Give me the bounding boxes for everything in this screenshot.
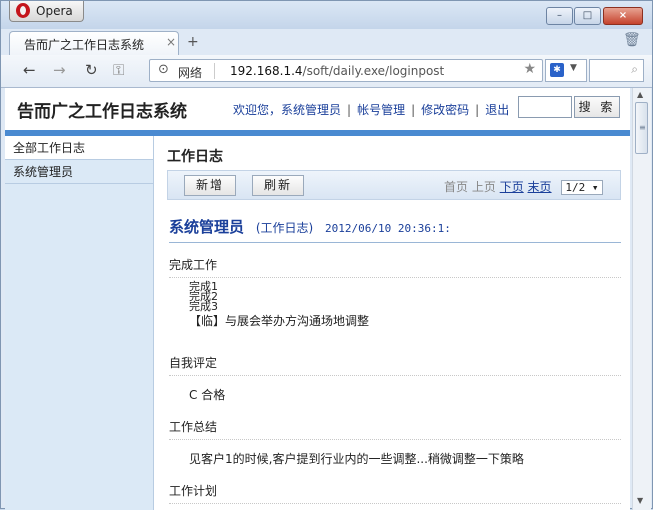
logout-link[interactable]: 退出 xyxy=(485,103,509,117)
opera-menu-button[interactable]: Opera xyxy=(9,1,84,22)
site-search-input[interactable] xyxy=(518,96,572,118)
account-link[interactable]: 帐号管理 xyxy=(357,103,405,117)
grip-icon: ≡ xyxy=(639,123,646,132)
sidebar-item-all-logs[interactable]: 全部工作日志 xyxy=(5,136,153,160)
search-icon: ⌕ xyxy=(631,62,638,76)
minimize-button[interactable]: – xyxy=(546,7,573,25)
top-navigation: 欢迎您，系统管理员 | 帐号管理 | 修改密码 | 退出 xyxy=(233,101,509,118)
sidebar-item-admin[interactable]: 系统管理员 xyxy=(5,160,153,184)
nav-separator: | xyxy=(347,103,352,117)
pager-first: 首页 xyxy=(444,180,469,194)
browser-search-input[interactable]: ⌕ xyxy=(589,59,644,82)
section-label-summary: 工作总结 xyxy=(169,418,621,440)
page-scrollbar[interactable]: ▲ ≡ ▼ xyxy=(632,88,651,510)
close-window-button[interactable]: × xyxy=(603,7,643,25)
tab-current[interactable]: 告而广之工作日志系统 × xyxy=(9,31,179,55)
add-button[interactable]: 新增 xyxy=(184,175,236,196)
entry-author-link[interactable]: 系统管理员 xyxy=(169,218,244,236)
opera-logo-icon xyxy=(16,3,30,18)
section-label-completed: 完成工作 xyxy=(169,256,621,278)
section-body-self-rating: C 合格 xyxy=(189,388,226,402)
tab-close-icon[interactable]: × xyxy=(166,35,176,49)
entry-timestamp: 2012/06/10 20:36:1: xyxy=(325,222,451,235)
entry-type: (工作日志) xyxy=(255,221,314,235)
search-engine-selector[interactable]: ✱ ▼ xyxy=(545,59,587,82)
page-select[interactable]: 1/2 ▾ xyxy=(561,180,603,195)
bookmark-star-icon[interactable]: ★ xyxy=(523,61,536,77)
section-label-plan: 工作计划 xyxy=(169,482,621,504)
navigation-bar: ← → ↻ ⚿ ⊙ 网络 192.168.1.4/soft/daily.exe/… xyxy=(1,55,652,88)
main-panel: 工作日志 新增 刷新 首页 上页 下页 末页 1/2 ▾ 系统管理员 (工作日志… xyxy=(157,136,629,510)
pager-last-link[interactable]: 末页 xyxy=(528,180,552,194)
network-label: 网络 xyxy=(178,66,203,80)
section-body-summary: 见客户1的时候,客户提到行业内的一些调整...稍微调整一下策略 xyxy=(189,452,524,466)
nav-separator: | xyxy=(475,103,480,117)
search-engine-icon: ✱ xyxy=(550,63,564,77)
nav-separator: | xyxy=(411,103,416,117)
entry-header: 系统管理员 (工作日志) 2012/06/10 20:36:1: xyxy=(169,216,621,243)
key-icon[interactable]: ⚿ xyxy=(113,61,124,79)
welcome-link[interactable]: 欢迎您，系统管理员 xyxy=(233,103,341,117)
site-title: 告而广之工作日志系统 xyxy=(17,102,187,122)
pager: 首页 上页 下页 末页 1/2 ▾ xyxy=(444,178,603,195)
change-password-link[interactable]: 修改密码 xyxy=(421,103,469,117)
toolbar: 新增 刷新 首页 上页 下页 末页 1/2 ▾ xyxy=(167,170,621,200)
title-bar: Opera – □ × xyxy=(1,1,652,29)
url-host: 192.168.1.4 xyxy=(230,64,303,78)
trash-icon[interactable]: 🗑 xyxy=(623,32,641,48)
address-divider xyxy=(214,63,215,79)
url-path: /soft/daily.exe/loginpost xyxy=(302,64,445,78)
list-item: 【临】与展会举办方沟通场地调整 xyxy=(189,314,370,328)
refresh-button[interactable]: 刷新 xyxy=(252,175,304,196)
page-content: 告而广之工作日志系统 欢迎您，系统管理员 | 帐号管理 | 修改密码 | 退出 搜 索 全部… xyxy=(5,88,630,510)
maximize-button[interactable]: □ xyxy=(574,7,601,25)
scroll-up-icon[interactable]: ▲ xyxy=(637,90,643,99)
forward-icon[interactable]: → xyxy=(53,61,66,79)
site-info-icon[interactable]: ⊙ xyxy=(158,62,169,77)
url-text[interactable]: 192.168.1.4/soft/daily.exe/loginpost xyxy=(230,64,444,78)
reload-icon[interactable]: ↻ xyxy=(85,61,98,79)
section-label-self-rating: 自我评定 xyxy=(169,354,621,376)
page-title: 工作日志 xyxy=(167,149,223,165)
scroll-down-icon[interactable]: ▼ xyxy=(637,496,643,505)
pager-prev: 上页 xyxy=(471,180,496,194)
address-bar[interactable]: ⊙ 网络 192.168.1.4/soft/daily.exe/loginpos… xyxy=(149,59,543,82)
back-icon[interactable]: ← xyxy=(23,61,36,79)
site-search-button[interactable]: 搜 索 xyxy=(574,96,620,118)
sidebar: 全部工作日志 系统管理员 xyxy=(5,136,154,510)
chevron-down-icon: ▼ xyxy=(570,63,577,73)
pager-next-link[interactable]: 下页 xyxy=(500,180,524,194)
section-body-completed: 完成1 完成2 完成3 【临】与展会举办方沟通场地调整 xyxy=(189,281,370,328)
scrollbar-thumb[interactable]: ≡ xyxy=(635,102,648,154)
opera-menu-label: Opera xyxy=(36,4,73,18)
tab-bar: 告而广之工作日志系统 × + 🗑 xyxy=(1,29,652,55)
list-item: 完成3 xyxy=(189,300,218,313)
new-tab-icon[interactable]: + xyxy=(187,34,199,50)
browser-window: Opera – □ × 告而广之工作日志系统 × + 🗑 ← → ↻ ⚿ ⊙ 网… xyxy=(0,0,653,510)
tab-title: 告而广之工作日志系统 xyxy=(24,38,145,52)
